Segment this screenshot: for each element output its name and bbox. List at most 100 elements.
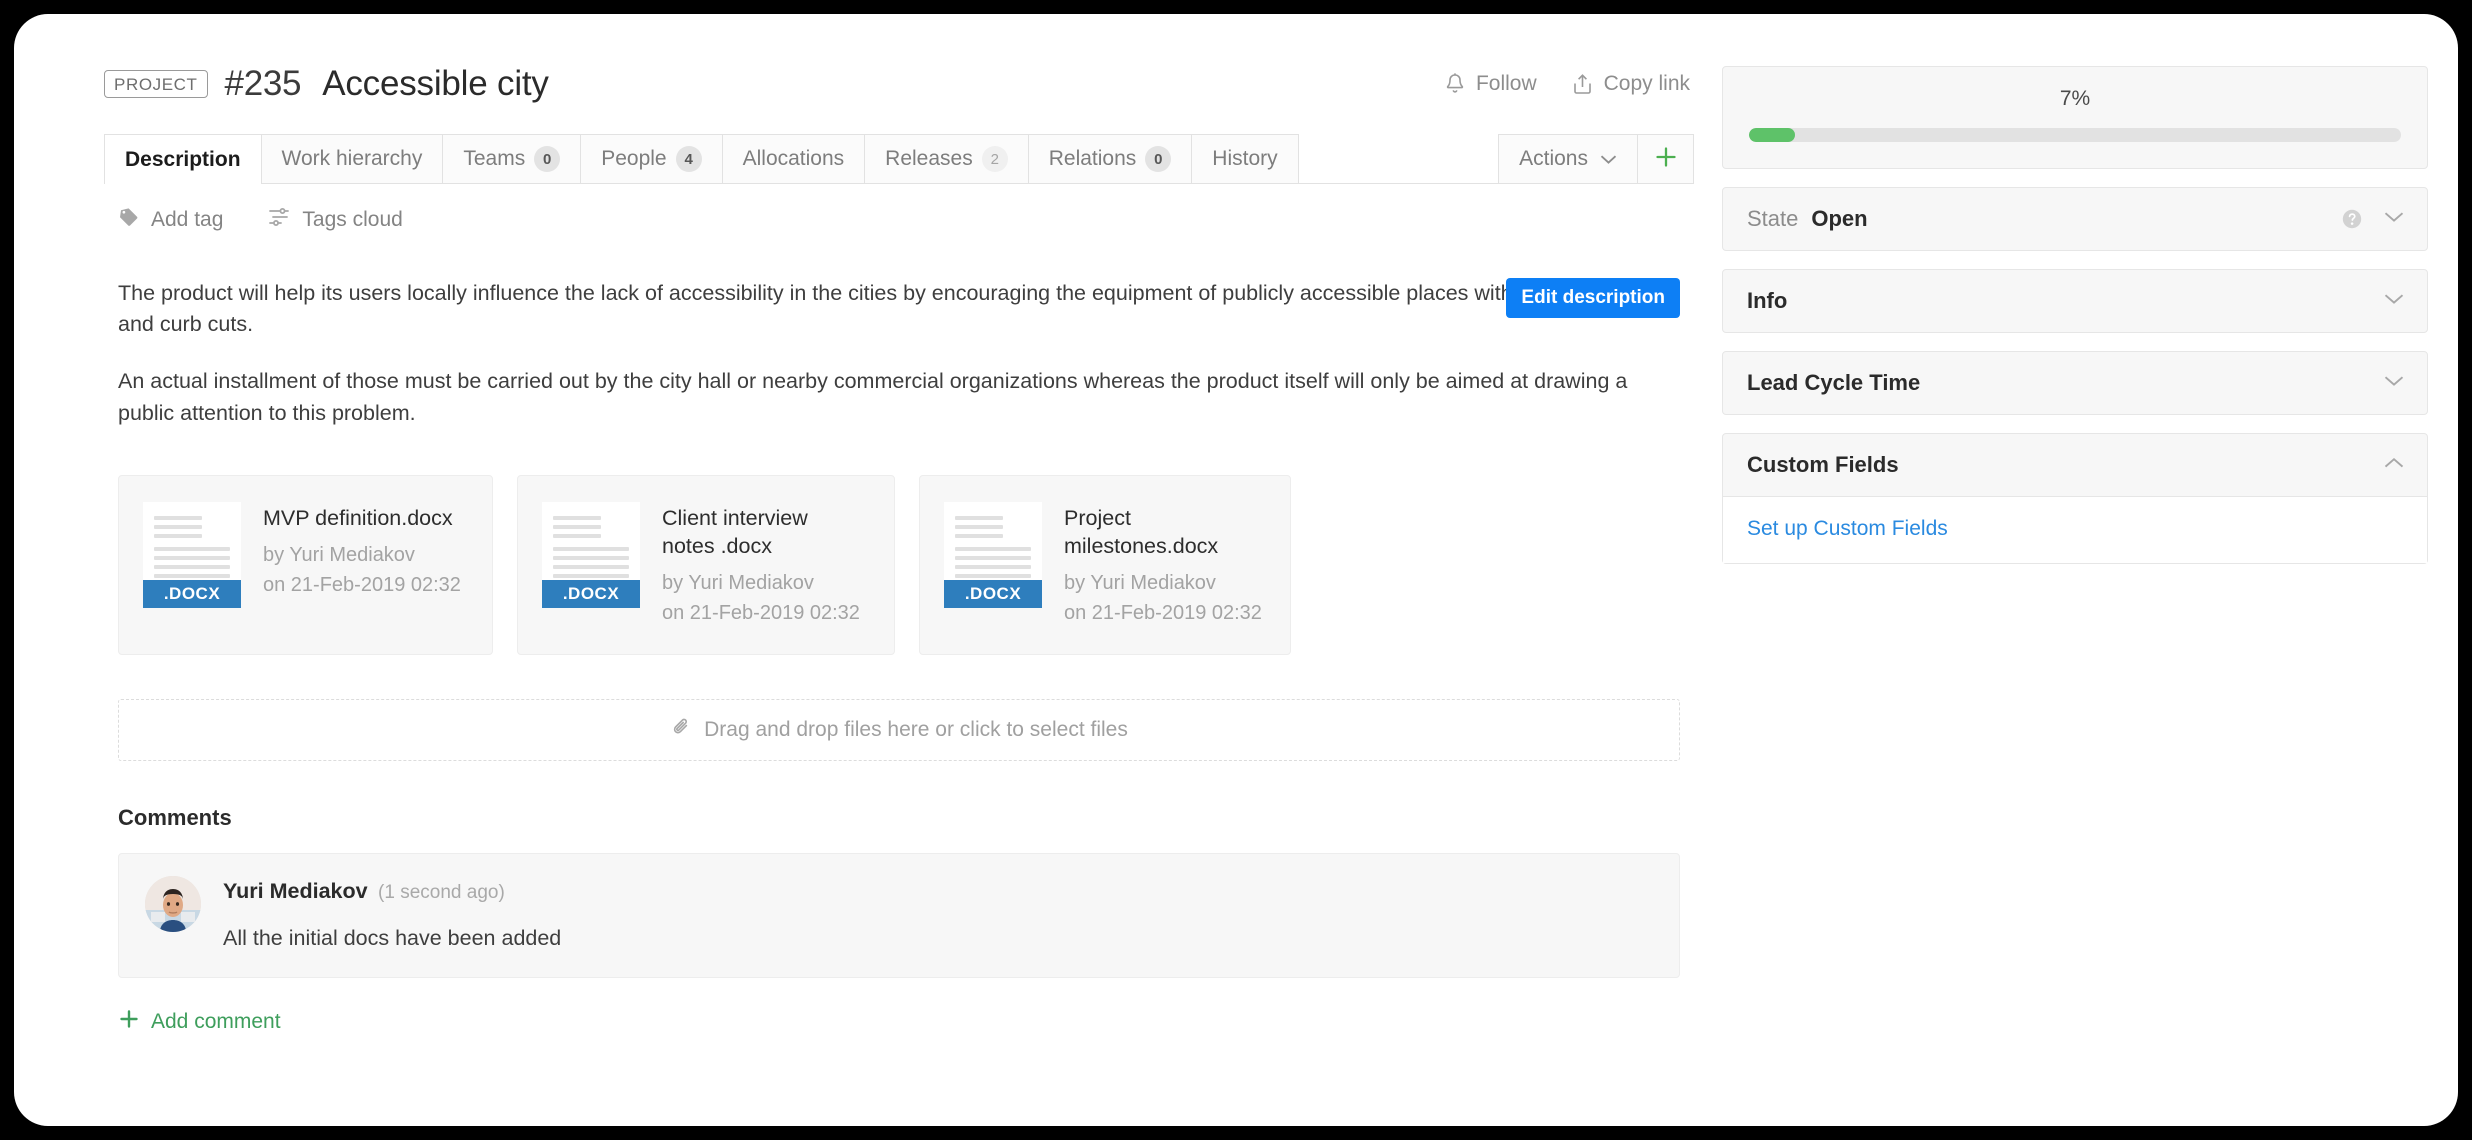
tab-teams[interactable]: Teams 0 xyxy=(443,134,582,183)
tab-label: Teams xyxy=(463,147,526,170)
attachment-date: on 21-Feb-2019 02:32 xyxy=(1064,602,1262,625)
docx-file-icon: .DOCX xyxy=(143,501,241,608)
tab-allocations[interactable]: Allocations xyxy=(722,134,866,183)
add-tag-button[interactable]: Add tag xyxy=(118,206,223,234)
tags-cloud-button[interactable]: Tags cloud xyxy=(267,206,403,234)
app-window: PROJECT #235 Accessible city Follow Copy… xyxy=(14,14,2458,1126)
lead-cycle-time-panel-title: Lead Cycle Time xyxy=(1747,370,1921,395)
tab-label: History xyxy=(1212,147,1278,170)
copy-link-button[interactable]: Copy link xyxy=(1571,72,1690,96)
attachment-date: on 21-Feb-2019 02:32 xyxy=(662,602,860,625)
tab-badge-count: 0 xyxy=(534,146,561,172)
attachment-author: by Yuri Mediakov xyxy=(1064,572,1216,595)
tags-cloud-label: Tags cloud xyxy=(302,208,403,231)
attachment-card[interactable]: .DOCX Project milestones.docx by Yuri Me… xyxy=(919,474,1291,656)
file-ext-label: .DOCX xyxy=(944,579,1042,608)
tab-relations[interactable]: Relations 0 xyxy=(1028,134,1193,183)
bell-icon xyxy=(1444,72,1466,96)
tab-bar-right-group: Actions xyxy=(1498,134,1694,183)
attachment-name: MVP definition.docx xyxy=(263,505,453,530)
setup-custom-fields-link[interactable]: Set up Custom Fields xyxy=(1747,517,1948,540)
work-item-subject: Accessible city xyxy=(322,64,549,103)
custom-fields-panel: Custom Fields Set up Custom Fields xyxy=(1722,433,2428,564)
comments-heading: Comments xyxy=(118,805,232,831)
chevron-up-icon[interactable] xyxy=(2383,456,2405,475)
state-panel-header[interactable]: State Open xyxy=(1723,188,2427,250)
header-actions: Follow Copy link xyxy=(1444,72,1694,96)
question-circle-icon[interactable] xyxy=(2339,206,2365,232)
main-column: PROJECT #235 Accessible city Follow Copy… xyxy=(104,60,1694,1126)
info-panel-title: Info xyxy=(1747,288,1788,313)
info-panel-header[interactable]: Info xyxy=(1723,270,2427,332)
sliders-icon xyxy=(267,206,291,234)
comment-item: Yuri Mediakov (1 second ago) All the ini… xyxy=(118,853,1680,979)
file-ext-label: .DOCX xyxy=(143,579,241,608)
actions-dropdown[interactable]: Actions xyxy=(1498,134,1638,183)
tab-bar: Description Work hierarchy Teams 0 Peopl… xyxy=(104,134,1694,184)
lead-cycle-time-panel: Lead Cycle Time xyxy=(1722,351,2428,415)
chevron-down-icon[interactable] xyxy=(2383,210,2405,229)
page-title-row: PROJECT #235 Accessible city Follow Copy… xyxy=(104,60,1694,108)
comment-body: Yuri Mediakov (1 second ago) All the ini… xyxy=(223,876,561,951)
tab-label: Relations xyxy=(1048,147,1137,170)
attachment-meta: Project milestones.docx by Yuri Mediakov… xyxy=(1064,502,1262,629)
state-label: State xyxy=(1747,206,1799,231)
attachment-card[interactable]: .DOCX Client interview notes .docx by Yu… xyxy=(517,474,895,656)
docx-file-icon: .DOCX xyxy=(542,501,640,608)
add-button[interactable] xyxy=(1638,134,1694,183)
tab-releases[interactable]: Releases 2 xyxy=(865,134,1029,183)
progress-panel: 7% xyxy=(1722,66,2428,169)
tab-label: Allocations xyxy=(742,147,845,170)
tab-label: Work hierarchy xyxy=(281,147,423,170)
attachment-meta: MVP definition.docx by Yuri Mediakov on … xyxy=(263,502,461,629)
custom-fields-panel-body: Set up Custom Fields xyxy=(1723,496,2427,563)
page-content: PROJECT #235 Accessible city Follow Copy… xyxy=(14,14,2458,1126)
tab-badge-count: 2 xyxy=(981,146,1008,172)
actions-label: Actions xyxy=(1519,147,1588,170)
paperclip-icon xyxy=(670,716,692,744)
description-block: Edit description The product will help i… xyxy=(104,278,1694,429)
info-panel: Info xyxy=(1722,269,2428,333)
file-dropzone[interactable]: Drag and drop files here or click to sel… xyxy=(118,699,1680,762)
tab-history[interactable]: History xyxy=(1192,134,1299,183)
lead-cycle-time-panel-header[interactable]: Lead Cycle Time xyxy=(1723,352,2427,414)
tab-badge-count: 0 xyxy=(1145,146,1172,172)
comment-header: Yuri Mediakov (1 second ago) xyxy=(223,879,561,904)
attachment-card[interactable]: .DOCX MVP definition.docx by Yuri Mediak… xyxy=(118,474,493,656)
work-item-type-badge: PROJECT xyxy=(104,70,208,98)
attachment-author: by Yuri Mediakov xyxy=(263,544,415,567)
state-value: Open xyxy=(1811,206,1868,231)
tags-row: Add tag Tags cloud xyxy=(104,184,1694,234)
chevron-down-icon[interactable] xyxy=(2383,374,2405,393)
progress-percent-label: 7% xyxy=(2059,87,2091,110)
custom-fields-panel-header[interactable]: Custom Fields xyxy=(1723,434,2427,496)
tab-description[interactable]: Description xyxy=(104,134,262,184)
follow-label: Follow xyxy=(1475,72,1537,95)
tab-label: Releases xyxy=(885,147,973,170)
add-comment-button[interactable]: Add comment xyxy=(118,1008,1680,1036)
description-paragraph: An actual installment of those must be c… xyxy=(118,369,1628,425)
plus-icon xyxy=(1653,144,1679,175)
tab-label: People xyxy=(601,147,667,170)
copy-link-label: Copy link xyxy=(1603,72,1690,95)
tab-work-hierarchy[interactable]: Work hierarchy xyxy=(261,134,444,183)
avatar xyxy=(145,876,201,933)
comment-timestamp: (1 second ago) xyxy=(378,882,505,904)
progress-bar-track xyxy=(1749,128,2401,142)
chevron-down-icon[interactable] xyxy=(2383,292,2405,311)
edit-description-button[interactable]: Edit description xyxy=(1506,278,1680,318)
follow-button[interactable]: Follow xyxy=(1444,72,1537,96)
attachment-name: Client interview notes .docx xyxy=(662,505,808,559)
attachment-date: on 21-Feb-2019 02:32 xyxy=(263,574,461,597)
description-paragraph: The product will help its users locally … xyxy=(118,281,1629,337)
comment-text: All the initial docs have been added xyxy=(223,926,562,951)
file-ext-label: .DOCX xyxy=(542,579,640,608)
tab-label: Description xyxy=(125,147,241,171)
share-upload-icon xyxy=(1571,72,1594,96)
tab-people[interactable]: People 4 xyxy=(581,134,723,183)
custom-fields-panel-title: Custom Fields xyxy=(1747,452,1899,477)
sidebar: 7% State Open Info Lead Cycle Time Custo… xyxy=(1694,60,2428,1126)
tab-badge-count: 4 xyxy=(675,146,702,172)
docx-file-icon: .DOCX xyxy=(944,501,1042,608)
plus-icon xyxy=(118,1008,140,1036)
